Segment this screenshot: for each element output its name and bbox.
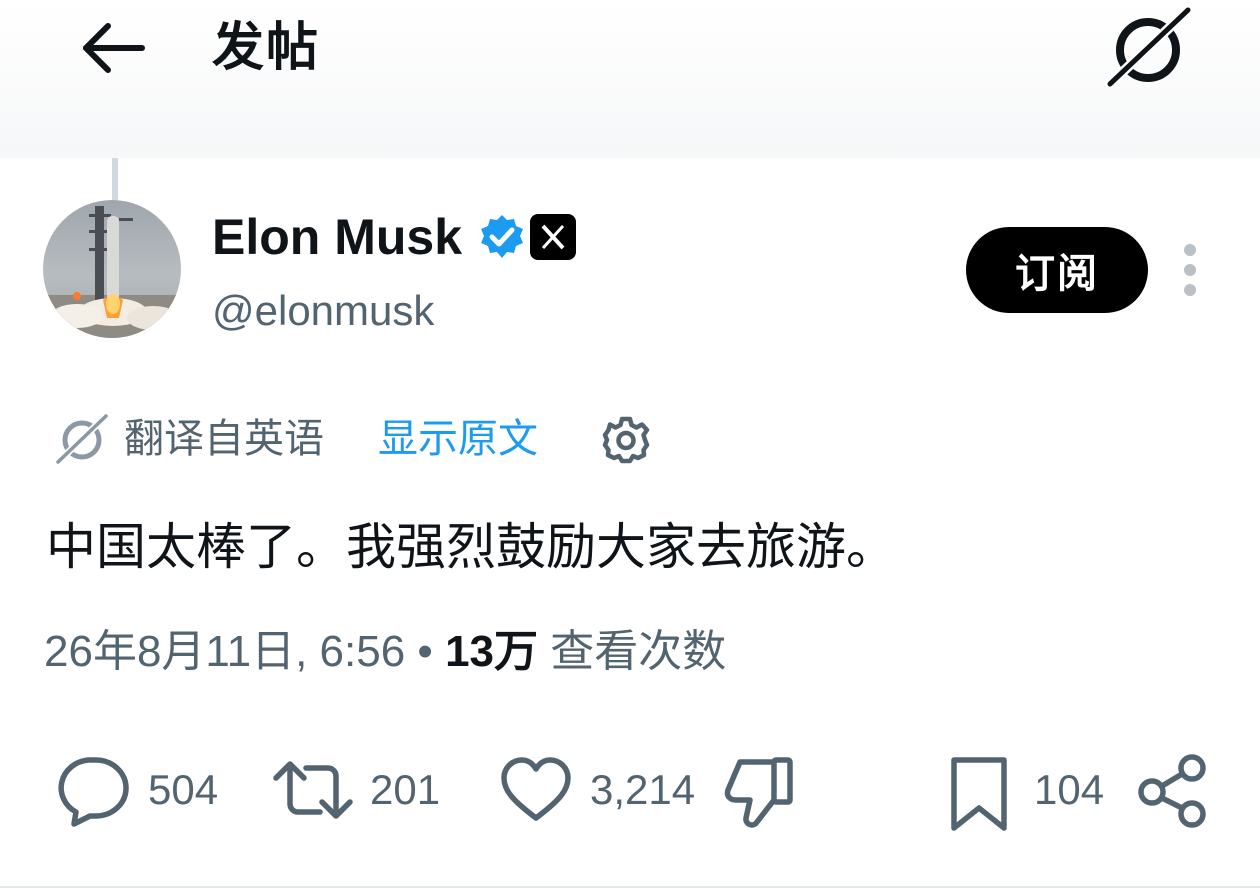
x-affiliate-icon[interactable] — [530, 214, 576, 260]
author-name[interactable]: Elon Musk — [212, 206, 462, 268]
dislike-icon[interactable] — [720, 752, 796, 832]
subscribe-button[interactable]: 订阅 — [966, 227, 1148, 313]
back-arrow-icon[interactable] — [78, 18, 150, 78]
reply-count: 504 — [148, 766, 219, 813]
verified-badge-icon[interactable] — [478, 213, 526, 261]
action-bar: 504 201 3,214 104 — [0, 748, 1260, 838]
views-label[interactable]: 查看次数 — [550, 627, 726, 676]
bookmark-icon[interactable] — [946, 752, 1012, 836]
top-bar: 发帖 — [0, 0, 1260, 158]
reply-icon[interactable] — [54, 752, 130, 828]
repost-icon[interactable] — [270, 752, 356, 828]
meta-separator: • — [417, 627, 433, 676]
author-handle[interactable]: @elonmusk — [212, 284, 434, 338]
share-icon[interactable] — [1136, 752, 1208, 828]
views-count: 13万 — [445, 627, 539, 676]
bookmark-count: 104 — [1034, 766, 1105, 813]
tweet-timestamp[interactable]: 26年8月11日, 6:56 — [44, 627, 405, 676]
more-options-icon[interactable] — [1176, 244, 1204, 300]
page-title: 发帖 — [212, 19, 321, 77]
thread-connector-line — [112, 158, 118, 202]
translated-from-label: 翻译自英语 — [124, 417, 324, 461]
avatar[interactable] — [43, 200, 181, 338]
grok-icon[interactable] — [1104, 5, 1193, 89]
show-original-link[interactable]: 显示原文 — [378, 412, 538, 466]
tweet-meta: 26年8月11日, 6:56 • 13万 查看次数 — [44, 622, 726, 682]
grok-translate-icon — [54, 412, 110, 466]
repost-count: 201 — [370, 766, 441, 813]
gear-icon[interactable] — [600, 414, 652, 466]
tweet-text: 中国太棒了。我强烈鼓励大家去旅游。 — [46, 519, 896, 575]
like-count: 3,214 — [590, 766, 696, 813]
like-heart-icon[interactable] — [498, 752, 574, 828]
